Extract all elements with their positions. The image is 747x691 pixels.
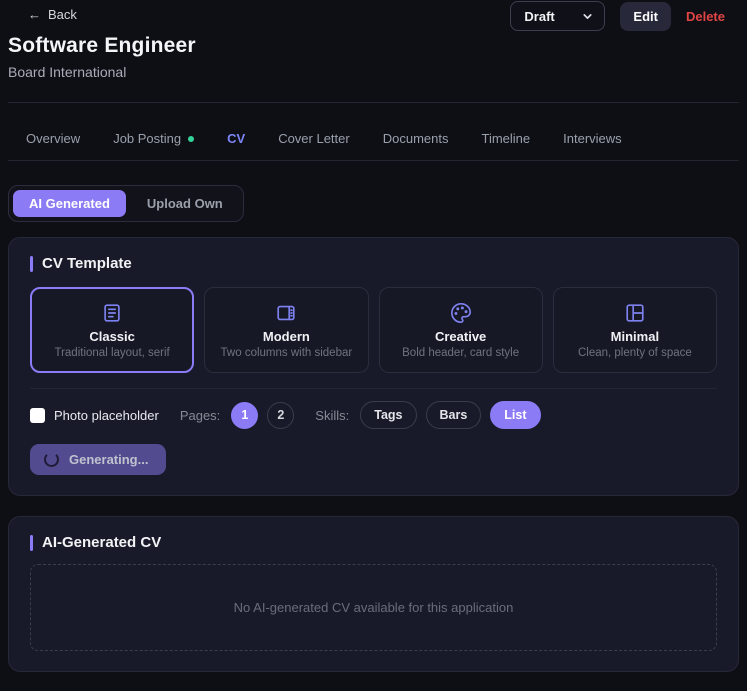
cv-template-section-title: CV Template: [30, 255, 717, 272]
cv-mode-toggle: AI Generated Upload Own: [8, 185, 244, 222]
tab-interviews[interactable]: Interviews: [563, 131, 622, 146]
edit-button[interactable]: Edit: [620, 1, 671, 31]
chevron-down-icon: [581, 10, 594, 23]
page-title: Software Engineer: [8, 34, 196, 57]
tab-job-posting[interactable]: Job Posting: [113, 131, 195, 146]
layout-icon: [624, 302, 646, 324]
options-divider: [30, 388, 717, 389]
pages-option-2[interactable]: 2: [267, 401, 295, 429]
back-label: Back: [48, 7, 77, 22]
company-name: Board International: [8, 64, 127, 80]
ai-cv-section-title: AI-Generated CV: [30, 534, 717, 551]
tab-bar: Overview Job Posting CV Cover Letter Doc…: [8, 103, 739, 161]
loading-spinner-icon: [44, 452, 59, 467]
accent-bar: [30, 534, 33, 551]
back-link[interactable]: ← Back: [28, 7, 77, 22]
palette-icon: [450, 302, 472, 324]
status-select-value: Draft: [524, 8, 555, 24]
photo-placeholder-label: Photo placeholder: [54, 407, 159, 423]
skills-option-bars[interactable]: Bars: [425, 401, 482, 429]
ai-cv-empty-state: No AI-generated CV available for this ap…: [30, 564, 717, 651]
template-card-creative[interactable]: Creative Bold header, card style: [378, 287, 543, 373]
template-options-row: Photo placeholder Pages: 1 2 Skills: Tag…: [30, 401, 717, 429]
empty-state-message: No AI-generated CV available for this ap…: [233, 600, 514, 615]
template-card-list: Classic Traditional layout, serif Modern…: [30, 287, 717, 373]
toggle-upload-own[interactable]: Upload Own: [131, 190, 239, 217]
header-actions: Draft Edit Delete: [510, 1, 725, 31]
delete-button[interactable]: Delete: [686, 9, 725, 24]
skills-option-tags[interactable]: Tags: [360, 401, 417, 429]
back-arrow-icon: ←: [28, 7, 41, 22]
pages-option-1[interactable]: 1: [231, 401, 259, 429]
template-card-minimal[interactable]: Minimal Clean, plenty of space: [552, 287, 717, 373]
skills-label: Skills:: [315, 407, 350, 423]
cv-template-panel: CV Template Classic Traditional layout, …: [8, 237, 739, 496]
job-posting-indicator-dot: [188, 135, 195, 142]
accent-bar: [30, 255, 33, 272]
pages-label: Pages:: [179, 407, 221, 423]
template-card-modern[interactable]: Modern Two columns with sidebar: [204, 287, 369, 373]
generate-cv-button[interactable]: Generating...: [30, 444, 167, 475]
generate-button-label: Generating...: [69, 452, 149, 467]
tab-timeline[interactable]: Timeline: [481, 131, 530, 146]
photo-placeholder-checkbox[interactable]: [30, 407, 45, 423]
tab-cv[interactable]: CV: [227, 131, 245, 146]
toggle-ai-generated[interactable]: AI Generated: [13, 190, 126, 217]
tab-documents[interactable]: Documents: [383, 131, 449, 146]
tab-cover-letter[interactable]: Cover Letter: [278, 131, 350, 146]
skills-option-list[interactable]: List: [490, 401, 541, 429]
panel-right-icon: [275, 302, 297, 324]
ai-generated-cv-panel: AI-Generated CV No AI-generated CV avail…: [8, 516, 739, 672]
tab-overview[interactable]: Overview: [26, 131, 80, 146]
template-card-classic[interactable]: Classic Traditional layout, serif: [30, 287, 195, 373]
document-lines-icon: [101, 302, 123, 324]
page-header: ← Back Software Engineer Board Internati…: [8, 0, 739, 80]
application-detail-page: ← Back Software Engineer Board Internati…: [0, 0, 747, 672]
status-select[interactable]: Draft: [510, 1, 606, 31]
